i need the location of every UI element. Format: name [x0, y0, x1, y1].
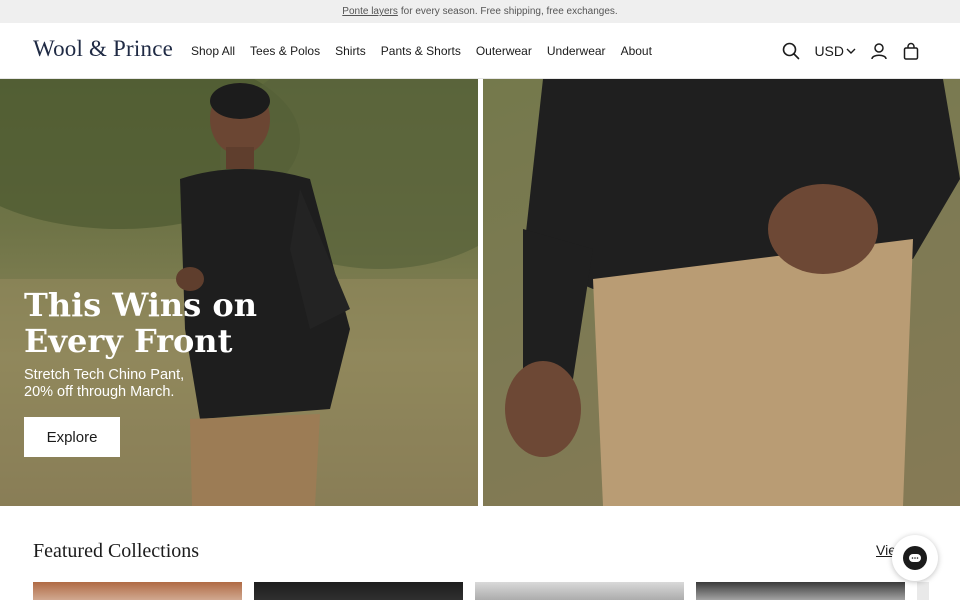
hero-subtitle-line2: 20% off through March. [24, 384, 175, 400]
nav-item-tees-polos[interactable]: Tees & Polos [250, 44, 320, 58]
hero-subtitle: Stretch Tech Chino Pant, 20% off through… [24, 367, 284, 401]
main-nav: Shop All Tees & Polos Shirts Pants & Sho… [191, 23, 652, 79]
collection-card[interactable] [696, 582, 905, 600]
announcement-bar: Ponte layers for every season. Free ship… [0, 0, 960, 23]
hero-title: This Wins on Every Front [24, 287, 284, 359]
search-icon[interactable] [782, 42, 800, 60]
nav-item-shirts[interactable]: Shirts [335, 44, 366, 58]
nav-item-about[interactable]: About [621, 44, 652, 58]
header-utilities: USD [782, 23, 920, 79]
nav-item-shop-all[interactable]: Shop All [191, 44, 235, 58]
nav-item-pants-shorts[interactable]: Pants & Shorts [381, 44, 461, 58]
chat-icon [903, 546, 927, 570]
explore-button[interactable]: Explore [24, 417, 120, 457]
hero-banner: This Wins on Every Front Stretch Tech Ch… [0, 79, 960, 506]
brand-logo[interactable]: Wool & Prince [33, 36, 173, 62]
collection-cards [33, 582, 929, 600]
hero-photo-right [483, 79, 960, 506]
currency-selector[interactable]: USD [814, 43, 856, 59]
chat-button[interactable] [892, 535, 938, 581]
hero-subtitle-line1: Stretch Tech Chino Pant, [24, 367, 185, 383]
collection-card[interactable] [475, 582, 684, 600]
nav-item-underwear[interactable]: Underwear [547, 44, 606, 58]
site-header: Wool & Prince Shop All Tees & Polos Shir… [0, 23, 960, 79]
announcement-link[interactable]: Ponte layers [342, 6, 398, 17]
announcement-text: for every season. Free shipping, free ex… [400, 6, 618, 17]
collection-card[interactable] [254, 582, 463, 600]
hero-title-line1: This Wins on [24, 286, 257, 324]
account-icon[interactable] [870, 42, 888, 60]
featured-collections-title: Featured Collections [33, 540, 200, 562]
hero-image-detail [483, 79, 960, 506]
collection-card[interactable] [917, 582, 929, 600]
nav-item-outerwear[interactable]: Outerwear [476, 44, 532, 58]
hero-title-line2: Every Front [24, 322, 233, 360]
collection-card[interactable] [33, 582, 242, 600]
currency-label: USD [814, 43, 844, 59]
hero-copy: This Wins on Every Front Stretch Tech Ch… [24, 287, 284, 401]
shopping-bag-icon[interactable] [902, 42, 920, 60]
chevron-down-icon [846, 43, 856, 59]
